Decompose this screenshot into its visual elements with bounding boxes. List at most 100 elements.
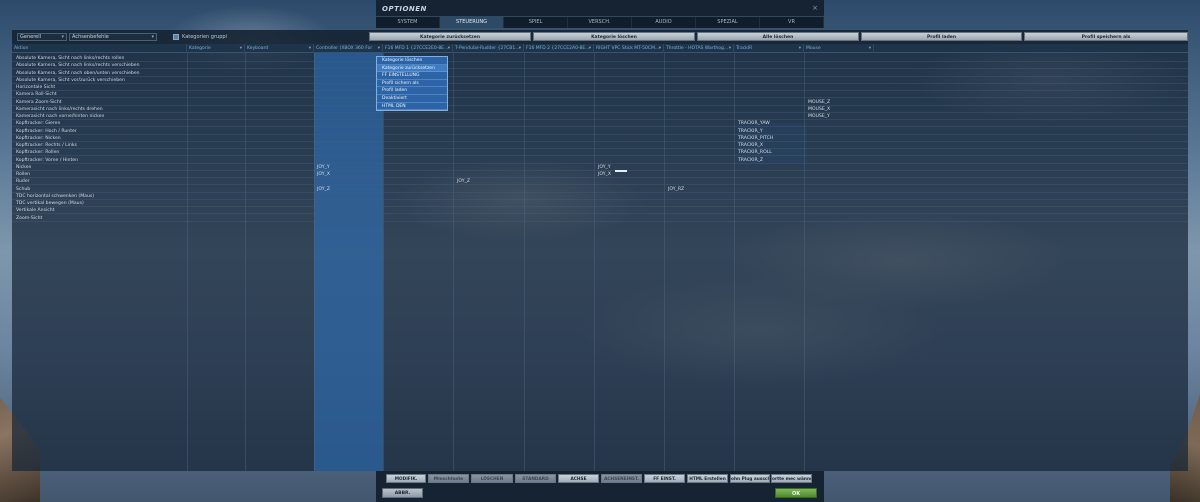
load-profile-button[interactable]: Profil laden (861, 32, 1022, 41)
column-trackir[interactable]: TrackIR ▾ (734, 44, 804, 53)
column-dropdown-icon[interactable]: ▾ (589, 44, 591, 53)
cancel-button[interactable]: ABBR. (382, 488, 423, 498)
axis-button[interactable]: ACHSE (558, 474, 599, 483)
binding-cell-xbox[interactable]: JOY_Z (317, 186, 330, 193)
column-t-pendular-rudder[interactable]: T-Pendular-Rudder {27CB1... ▾ (453, 44, 524, 53)
binding-cell-trackir[interactable]: TRACKIR_YAW (738, 120, 770, 127)
table-row[interactable]: Absolute Kamera, Sicht vor/zurück versch… (12, 77, 1188, 84)
tab-vr[interactable]: VR (760, 17, 824, 28)
binding-cell-xbox[interactable]: JOY_Y (317, 164, 330, 171)
context-menu-item[interactable]: Deaktiviert (377, 95, 447, 103)
table-row[interactable]: Kopftracker: Gieren TRACKIR_YAW (12, 120, 1188, 128)
binding-cell-mouse[interactable]: MOUSE_X (808, 106, 830, 113)
column-dropdown-icon[interactable]: ▾ (799, 44, 801, 53)
column-hotas-throttle[interactable]: Throttle - HOTAS Warthog... ▾ (664, 44, 734, 53)
binding-cell-trackir[interactable]: TRACKIR_X (738, 142, 763, 149)
binding-cell-mouse[interactable]: MOUSE_Y (808, 113, 830, 120)
column-dropdown-icon[interactable]: ▾ (240, 44, 242, 53)
context-menu-item[interactable]: Kategorie zurücksetzen (377, 64, 447, 73)
table-row[interactable]: Rollen JOY_X JOY_X (12, 171, 1188, 179)
column-dropdown-icon[interactable]: ▾ (519, 44, 521, 53)
column-vpc-stick[interactable]: RIGHT VPC Stick MT-50CM... ▾ (594, 44, 664, 53)
column-mouse[interactable]: Mouse ▾ (804, 44, 874, 53)
extra-button[interactable]: ortte mec wänne (771, 474, 812, 483)
html-create-button[interactable]: HTML Erstellen (687, 474, 728, 483)
binding-cell-xbox[interactable]: JOY_X (317, 171, 330, 178)
table-row[interactable]: Kamerasicht nach links/rechts drehen MOUS… (12, 106, 1188, 113)
modifier-button[interactable]: MODIFIK. (386, 474, 426, 483)
tab-audio[interactable]: AUDIO (632, 17, 696, 28)
clear-all-button[interactable]: Alle löschen (697, 32, 859, 41)
ff-settings-button[interactable]: FF EINST. (644, 474, 685, 483)
column-aktion[interactable]: Aktion (12, 44, 187, 53)
tab-system[interactable]: SYSTEM (376, 17, 440, 28)
save-profile-as-button[interactable]: Profil speichern als (1024, 32, 1188, 41)
context-menu-item[interactable]: Profil sichern als (377, 80, 447, 88)
ok-button[interactable]: OK (775, 488, 817, 498)
binding-cell-trackir[interactable]: TRACKIR_Z (738, 157, 763, 164)
row-action-label: Kopftracker: Gieren (16, 121, 61, 127)
row-action-label: Kamerasicht nach links/rechts drehen (16, 106, 103, 112)
table-row[interactable]: Kamerasicht nach vorne/hinten nicken MOUS… (12, 113, 1188, 121)
binding-cell-trackir[interactable]: TRACKIR_PITCH (738, 135, 773, 142)
context-menu-item[interactable]: Profil laden (377, 87, 447, 95)
bottom-bar: ABBR. OK MODIFIK. Mmschtaste LÖSCHEN STANDA… (376, 471, 824, 502)
table-row[interactable]: Vertikale Ansicht (12, 207, 1188, 215)
column-kategorie[interactable]: Kategorie ▾ (187, 44, 245, 53)
plugin-toggle-button[interactable]: ohn Plug ausschalte (730, 474, 770, 483)
aircraft-select[interactable]: Generell ▾ (17, 33, 67, 41)
tab-versch[interactable]: VERSCH. (568, 17, 632, 28)
column-xbox-controller[interactable]: Controller (XBOX 360 For ▾ (314, 44, 383, 53)
binding-cell-mouse[interactable]: MOUSE_Z (808, 99, 830, 106)
table-row[interactable]: Kopftracker: Nicken TRACKIR_PITCH (12, 135, 1188, 142)
column-f16-mfd-1[interactable]: F16 MFD 1 {27CCE2E0-8E... ▾ (383, 44, 453, 53)
table-row[interactable]: Horizontale Sicht (12, 84, 1188, 92)
table-row[interactable]: TDC horizontal schwenken (Maus) (12, 193, 1188, 200)
table-row[interactable]: TDC vertikal bewegen (Maus) (12, 200, 1188, 208)
default-button[interactable]: STANDARD (515, 474, 556, 483)
column-dropdown-icon[interactable]: ▾ (448, 44, 450, 53)
binding-cell-trackir[interactable]: TRACKIR_ROLL (738, 149, 772, 156)
table-row[interactable]: Kopftracker: Rechts / Links TRACKIR_X (12, 142, 1188, 150)
axis-settings-button[interactable]: ACHSENEINST. (601, 474, 642, 483)
table-row[interactable]: Ruder JOY_Z (12, 178, 1188, 186)
table-row[interactable]: Kopftracker: Rollen TRACKIR_ROLL (12, 149, 1188, 157)
table-row[interactable]: Absolute Kamera, Sicht nach oben/unten v… (12, 70, 1188, 77)
binding-cell-throttle[interactable]: JOY_RZ (668, 186, 684, 193)
table-row[interactable]: Absolute Kamera, Sicht nach links/rechts… (12, 55, 1188, 63)
column-dropdown-icon[interactable]: ▾ (378, 44, 380, 53)
binding-cell-stick[interactable]: JOY_Y (598, 164, 611, 171)
column-dropdown-icon[interactable]: ▾ (729, 44, 731, 53)
table-row[interactable]: Schub JOY_Z JOY_RZ (12, 186, 1188, 193)
column-dropdown-icon[interactable]: ▾ (659, 44, 661, 53)
category-select[interactable]: Achsenbefehle ▾ (69, 33, 157, 41)
clear-category-button[interactable]: Kategorie löschen (533, 32, 695, 41)
context-menu-item[interactable]: Kategorie löschen (377, 57, 447, 65)
column-dropdown-icon[interactable]: ▾ (869, 44, 871, 53)
table-row[interactable]: Zoom-Sicht (12, 215, 1188, 222)
reset-category-button[interactable]: Kategorie zurücksetzen (369, 32, 531, 41)
table-row[interactable]: Kopftracker: Vorne / Hinten TRACKIR_Z (12, 157, 1188, 164)
delete-button[interactable]: LÖSCHEN (471, 474, 513, 483)
table-row[interactable]: Kopftracker: Hoch / Runter TRACKIR_Y (12, 128, 1188, 135)
group-categories-checkbox[interactable] (173, 34, 179, 40)
table-row[interactable]: Absolute Kamera, Sicht nach links/rechts… (12, 62, 1188, 70)
binding-cell-rudder[interactable]: JOY_Z (457, 178, 470, 185)
binding-cell-stick[interactable]: JOY_X (598, 171, 611, 178)
context-menu-item[interactable]: HTML DEN (377, 103, 447, 111)
table-row[interactable]: Kamera Roll-Sicht (12, 91, 1188, 99)
column-keyboard[interactable]: Keyboard ▾ (245, 44, 314, 53)
tab-spiel[interactable]: SPIEL (504, 17, 568, 28)
binding-cell-trackir[interactable]: TRACKIR_Y (738, 128, 763, 135)
switch-button[interactable]: Mmschtaste (428, 474, 469, 483)
column-dropdown-icon[interactable]: ▾ (309, 44, 311, 53)
close-icon[interactable]: × (812, 4, 818, 12)
table-row[interactable]: Kamera Zoom-Sicht MOUSE_Z (12, 99, 1188, 106)
column-f16-mfd-2[interactable]: F16 MFD 2 {27CCE2A0-8E... ▾ (524, 44, 594, 53)
table-row[interactable]: Nicken JOY_Y JOY_Y (12, 164, 1188, 171)
tab-steuerung[interactable]: STEUERUNG (440, 17, 504, 28)
tab-spezial[interactable]: SPEZIAL (696, 17, 760, 28)
context-menu-item[interactable]: FF EINSTELLUNG (377, 72, 447, 80)
group-categories-label: Kategorien gruppi (182, 34, 227, 40)
column-header-label: T-Pendular-Rudder {27CB1... (455, 46, 520, 51)
